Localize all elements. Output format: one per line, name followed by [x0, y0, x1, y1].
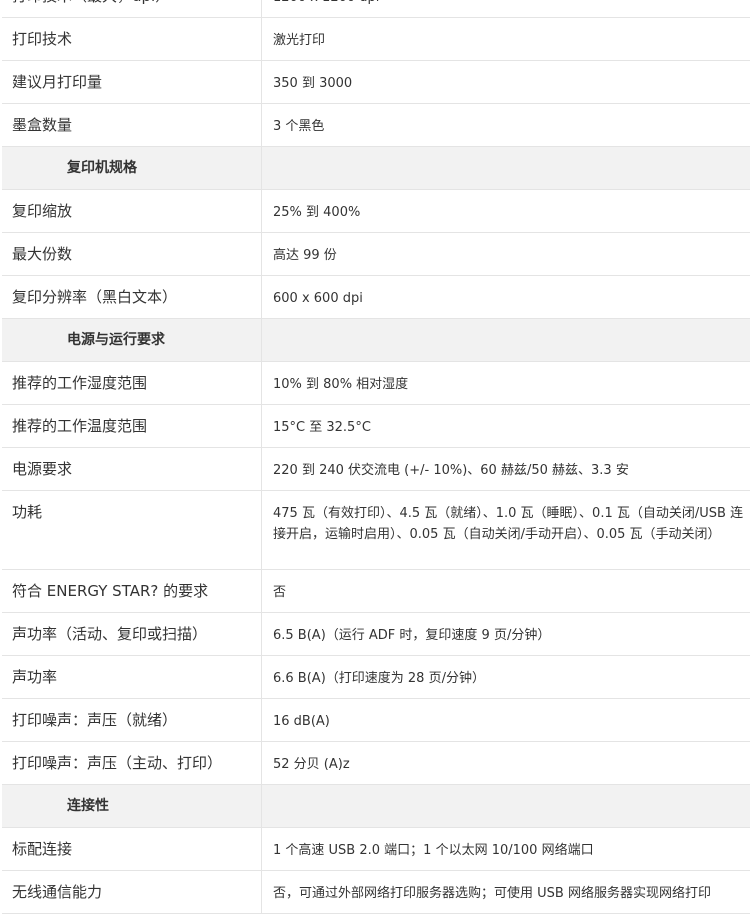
spec-row: 标配连接 1 个高速 USB 2.0 端口；1 个以太网 10/100 网络端口	[2, 828, 750, 871]
spec-row: 复印分辨率（黑白文本） 600 x 600 dpi	[2, 276, 750, 319]
spec-label: 最大份数	[2, 233, 262, 275]
spec-value: 52 分贝 (A)z	[273, 757, 350, 772]
section-title: 连接性	[2, 785, 262, 827]
spec-row: 打印噪声：声压（主动、打印） 52 分贝 (A)z	[2, 742, 750, 785]
spec-row: 推荐的工作温度范围 15°C 至 32.5°C	[2, 405, 750, 448]
spec-label: 复印缩放	[2, 190, 262, 232]
spec-value: 否	[273, 585, 287, 600]
spec-value: 激光打印	[273, 33, 326, 48]
spec-label: 建议月打印量	[2, 61, 262, 103]
spec-row: 打印技术（最大，dpi）1200 x 1200 dpi	[2, 0, 750, 18]
section-value	[262, 319, 750, 361]
spec-label: 推荐的工作湿度范围	[2, 362, 262, 404]
spec-value: 3 个黑色	[273, 119, 325, 134]
spec-row: 打印噪声：声压（就绪） 16 dB(A)	[2, 699, 750, 742]
section-title: 电源与运行要求	[2, 319, 262, 361]
spec-row: 最大份数 高达 99 份	[2, 233, 750, 276]
spec-label: 打印技术	[2, 18, 262, 60]
spec-row: 声功率（活动、复印或扫描） 6.5 B(A)（运行 ADF 时，复印速度 9 页/…	[2, 613, 750, 656]
spec-row: 电源要求 220 到 240 伏交流电 (+/- 10%)、60 赫兹/50 赫兹…	[2, 448, 750, 491]
spec-value: 600 x 600 dpi	[273, 291, 363, 306]
section-header-row: 电源与运行要求	[2, 319, 750, 362]
spec-label: 复印分辨率（黑白文本）	[2, 276, 262, 318]
spec-row: 声功率 6.6 B(A)（打印速度为 28 页/分钟）	[2, 656, 750, 699]
spec-row: 符合 ENERGY STAR? 的要求否	[2, 570, 750, 613]
spec-value: 6.6 B(A)（打印速度为 28 页/分钟）	[273, 671, 485, 686]
spec-label: 标配连接	[2, 828, 262, 870]
spec-value: 6.5 B(A)（运行 ADF 时，复印速度 9 页/分钟）	[273, 628, 551, 643]
spec-label: 无线通信能力	[2, 871, 262, 913]
spec-value: 1200 x 1200 dpi	[262, 0, 750, 17]
spec-row: 墨盒数量 3 个黑色	[2, 104, 750, 147]
spec-row: 推荐的工作湿度范围 10% 到 80% 相对湿度	[2, 362, 750, 405]
spec-label: 打印噪声：声压（主动、打印）	[2, 742, 262, 784]
spec-label: 墨盒数量	[2, 104, 262, 146]
spec-value: 10% 到 80% 相对湿度	[273, 377, 409, 392]
spec-value: 15°C 至 32.5°C	[273, 420, 371, 435]
spec-value: 否，可通过外部网络打印服务器选购；可使用 USB 网络服务器实现网络打印	[273, 886, 711, 901]
section-header-row: 连接性	[2, 785, 750, 828]
spec-value: 25% 到 400%	[273, 205, 361, 220]
spec-row: 无线通信能力 否，可通过外部网络打印服务器选购；可使用 USB 网络服务器实现网络…	[2, 871, 750, 914]
spec-row: 功耗 475 瓦（有效打印）、4.5 瓦（就绪）、1.0 瓦（睡眠）、0.1 瓦（…	[2, 491, 750, 570]
spec-table: 打印技术（最大，dpi）1200 x 1200 dpi打印技术激光打印建议月打印…	[2, 0, 750, 914]
spec-value: 350 到 3000	[273, 76, 353, 91]
spec-label: 声功率	[2, 656, 262, 698]
spec-label: 声功率（活动、复印或扫描）	[2, 613, 262, 655]
spec-value: 1 个高速 USB 2.0 端口；1 个以太网 10/100 网络端口	[273, 843, 594, 858]
spec-label: 打印技术（最大，dpi）	[2, 0, 262, 17]
spec-value: 高达 99 份	[273, 248, 337, 263]
spec-label: 功耗	[2, 491, 262, 569]
spec-label: 推荐的工作温度范围	[2, 405, 262, 447]
spec-label: 电源要求	[2, 448, 262, 490]
section-value	[262, 785, 750, 827]
spec-label: 符合 ENERGY STAR? 的要求	[2, 570, 262, 612]
spec-row: 打印技术 激光打印	[2, 18, 750, 61]
spec-value: 475 瓦（有效打印）、4.5 瓦（就绪）、1.0 瓦（睡眠）、0.1 瓦（自动…	[273, 506, 744, 542]
section-title: 复印机规格	[2, 147, 262, 189]
section-value	[262, 147, 750, 189]
spec-row: 复印缩放 25% 到 400%	[2, 190, 750, 233]
spec-row: 建议月打印量 350 到 3000	[2, 61, 750, 104]
section-header-row: 复印机规格	[2, 147, 750, 190]
spec-value: 220 到 240 伏交流电 (+/- 10%)、60 赫兹/50 赫兹、3.3…	[273, 463, 629, 478]
spec-label: 打印噪声：声压（就绪）	[2, 699, 262, 741]
spec-value: 16 dB(A)	[273, 714, 330, 729]
